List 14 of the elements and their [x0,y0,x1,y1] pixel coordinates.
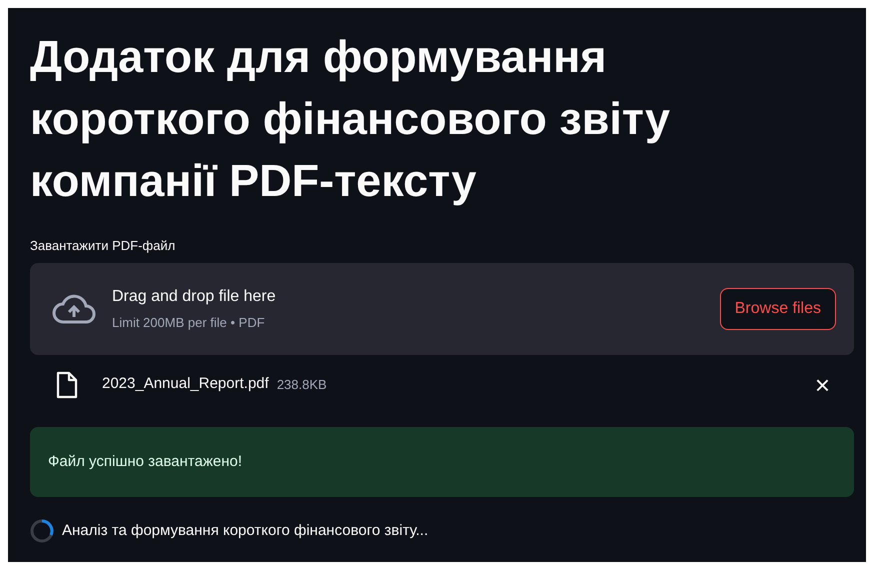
file-limit-text: Limit 200MB per file • PDF [112,314,266,332]
spinner-icon [30,519,54,543]
page-title: Додаток для формування короткого фінансового звіту компанії PDF-тексту [30,30,672,208]
file-size: 238.8KB [276,376,328,394]
drop-instruction: Drag and drop file here [112,286,277,307]
browse-files-button[interactable]: Browse files [720,288,836,330]
success-alert: Файл успішно завантажено! [30,426,854,497]
file-icon [56,370,78,398]
spinner-text: Аналіз та формування короткого фінансового звіту... [62,520,428,541]
file-name: 2023_Annual_Report.pdf [102,374,269,394]
dropzone[interactable]: Drag and drop file here Limit 200MB per file • PDF Browse files [30,262,854,354]
upload-label: Завантажити PDF-файл [30,237,176,255]
remove-file-button[interactable]: × [810,372,834,398]
cloud-upload-icon [52,292,96,324]
